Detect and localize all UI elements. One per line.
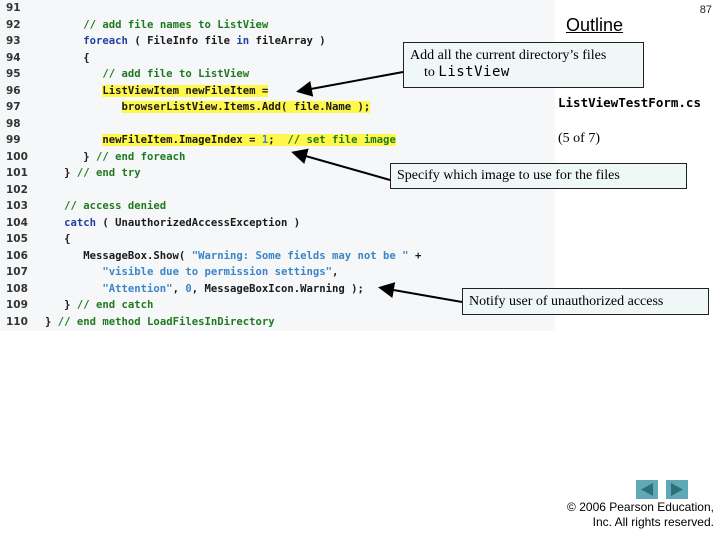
line-number: 94: [6, 51, 21, 64]
code-text: {: [45, 233, 71, 245]
line-number: 95: [6, 68, 21, 80]
page-number: 87: [699, 4, 712, 16]
code-text: MessageBox.Show( "Warning: Some fields m…: [45, 249, 422, 262]
line-number: 98: [6, 117, 21, 130]
code-text: // add file to ListView: [102, 68, 250, 80]
line-number: 106: [6, 249, 28, 262]
code-text: "visible due to permission settings",: [102, 266, 339, 278]
copyright-line2: Inc. All rights reserved.: [592, 515, 714, 529]
line-number: 97: [6, 101, 21, 113]
line-number: 91: [6, 2, 21, 14]
line-number: 104: [6, 216, 28, 229]
previous-slide-button[interactable]: [636, 480, 658, 499]
line-number: 96: [6, 84, 21, 97]
code-text: } // end try: [45, 167, 141, 179]
line-number: 108: [6, 282, 28, 295]
line-number: 101: [6, 167, 28, 179]
triangle-left-icon: [641, 483, 653, 496]
line-number: 92: [6, 18, 21, 31]
callout-add-files-code: ListView: [438, 64, 510, 80]
copyright-line1: © 2006 Pearson Education,: [567, 500, 714, 514]
line-number: 105: [6, 233, 28, 245]
line-number: 109: [6, 299, 28, 311]
slide-part-indicator: (5 of 7): [558, 131, 600, 146]
code-text: } // end method LoadFilesInDirectory: [45, 315, 275, 328]
code-text: catch ( UnauthorizedAccessException ): [64, 216, 301, 229]
next-slide-button[interactable]: [666, 480, 688, 499]
callout-add-files-prefix: to: [424, 65, 439, 80]
code-text: // add file names to ListView: [83, 18, 269, 31]
callout-add-files: Add all the current directory’s files to…: [403, 42, 644, 88]
copyright-notice: © 2006 Pearson Education, Inc. All right…: [567, 500, 714, 530]
callout-add-files-line2: to ListView: [410, 64, 637, 81]
callout-add-files-text: Add all the current directory’s files: [410, 48, 607, 63]
line-number: 93: [6, 35, 21, 47]
outline-title[interactable]: Outline: [566, 15, 623, 36]
code-text: } // end foreach: [45, 150, 186, 163]
code-text: // access denied: [64, 200, 167, 212]
code-text: ListViewItem newFileItem =: [102, 84, 269, 97]
callout-image-index: Specify which image to use for the files: [390, 163, 687, 189]
triangle-right-icon: [671, 483, 683, 496]
file-name: ListViewTestForm.cs: [558, 95, 701, 110]
code-text: {: [45, 51, 90, 64]
line-number: 100: [6, 150, 28, 163]
callout-notify-user: Notify user of unauthorized access: [462, 288, 709, 315]
code-text: foreach ( FileInfo file in fileArray ): [83, 35, 326, 47]
line-number: 107: [6, 266, 28, 278]
line-number: 103: [6, 200, 28, 212]
line-number: 99: [6, 134, 21, 146]
code-text: } // end catch: [45, 299, 154, 311]
code-text: browserListView.Items.Add( file.Name );: [121, 101, 371, 113]
line-number: 102: [6, 183, 28, 196]
line-number: 110: [6, 315, 28, 328]
code-text: newFileItem.ImageIndex = 1; // set file …: [102, 134, 396, 146]
code-text: "Attention", 0, MessageBoxIcon.Warning )…: [102, 282, 364, 295]
